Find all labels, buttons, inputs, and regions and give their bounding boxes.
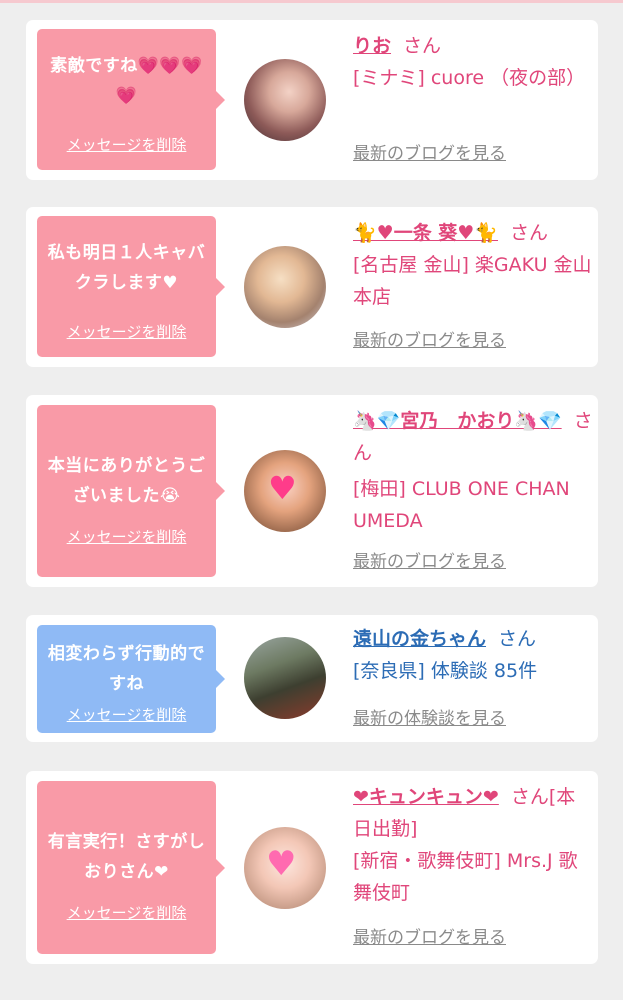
latest-blog-link[interactable]: 最新のブログを見る bbox=[353, 551, 506, 573]
message-card: 私も明日１人キャバクラします♥ メッセージを削除 🐈♥一条 葵♥🐈 さん [名古屋… bbox=[26, 207, 598, 367]
latest-blog-link[interactable]: 最新のブログを見る bbox=[353, 330, 506, 352]
message-text: 有言実行！さすがしおりさん❤ bbox=[47, 832, 206, 882]
avatar[interactable] bbox=[244, 59, 326, 141]
shop-name: [奈良県] 体験談 85件 bbox=[353, 660, 538, 682]
user-name-link[interactable]: りお bbox=[353, 35, 391, 57]
delete-message-link[interactable]: メッセージを削除 bbox=[37, 903, 216, 923]
delete-message-link[interactable]: メッセージを削除 bbox=[37, 322, 216, 342]
honorific: さん bbox=[403, 35, 442, 57]
message-text: 相変わらず行動的ですね bbox=[47, 644, 206, 694]
shop-name: [梅田] CLUB ONE CHAN UMEDA bbox=[353, 478, 570, 532]
avatar[interactable] bbox=[244, 637, 326, 719]
user-name-link[interactable]: 🐈♥一条 葵♥🐈 bbox=[353, 222, 498, 244]
message-bubble: 有言実行！さすがしおりさん❤ メッセージを削除 bbox=[37, 781, 225, 954]
user-name-link[interactable]: 🦄💎宮乃 かおり🦄💎 bbox=[353, 410, 562, 432]
message-card: 本当にありがとうございました😭 メッセージを削除 ♥ 🦄💎宮乃 かおり🦄💎 さん … bbox=[26, 395, 598, 587]
message-card: 素敵ですね💗💗💗💗 メッセージを削除 りお さん [ミナミ] cuore （夜の部… bbox=[26, 20, 598, 180]
user-name-link[interactable]: ❤キュンキュン❤ bbox=[353, 786, 499, 808]
heart-sticker-icon: ♥ bbox=[266, 844, 297, 884]
message-bubble: 相変わらず行動的ですね メッセージを削除 bbox=[37, 625, 225, 733]
honorific: さん bbox=[510, 222, 549, 244]
avatar[interactable]: ♥ bbox=[244, 450, 326, 532]
user-name-link[interactable]: 遠山の金ちゃん bbox=[353, 628, 486, 650]
message-text: 素敵ですね💗💗💗💗 bbox=[50, 56, 203, 106]
message-bubble: 私も明日１人キャバクラします♥ メッセージを削除 bbox=[37, 216, 225, 357]
delete-message-link[interactable]: メッセージを削除 bbox=[37, 705, 216, 725]
message-bubble: 素敵ですね💗💗💗💗 メッセージを削除 bbox=[37, 29, 225, 170]
delete-message-link[interactable]: メッセージを削除 bbox=[37, 135, 216, 155]
message-card: 相変わらず行動的ですね メッセージを削除 遠山の金ちゃん さん [奈良県] 体験談… bbox=[26, 615, 598, 742]
latest-blog-link[interactable]: 最新のブログを見る bbox=[353, 143, 506, 165]
shop-name: [新宿・歌舞伎町] Mrs.J 歌舞伎町 bbox=[353, 850, 578, 904]
latest-blog-link[interactable]: 最新のブログを見る bbox=[353, 927, 506, 949]
message-text: 本当にありがとうございました😭 bbox=[47, 456, 206, 506]
message-bubble: 本当にありがとうございました😭 メッセージを削除 bbox=[37, 405, 225, 577]
honorific: さん bbox=[498, 628, 537, 650]
honorific: さん bbox=[510, 786, 549, 808]
avatar[interactable]: ♥ bbox=[244, 827, 326, 909]
top-border bbox=[0, 0, 623, 3]
message-text: 私も明日１人キャバクラします♥ bbox=[47, 243, 206, 293]
avatar[interactable] bbox=[244, 246, 326, 328]
heart-sticker-icon: ♥ bbox=[268, 469, 297, 507]
shop-name: [ミナミ] cuore （夜の部） bbox=[353, 67, 586, 89]
delete-message-link[interactable]: メッセージを削除 bbox=[37, 527, 216, 547]
latest-experience-link[interactable]: 最新の体験談を見る bbox=[353, 708, 506, 730]
message-card: 有言実行！さすがしおりさん❤ メッセージを削除 ♥ ❤キュンキュン❤ さん[本日出… bbox=[26, 771, 598, 964]
shop-name: [名古屋 金山] 楽GAKU 金山本店 bbox=[353, 254, 592, 308]
